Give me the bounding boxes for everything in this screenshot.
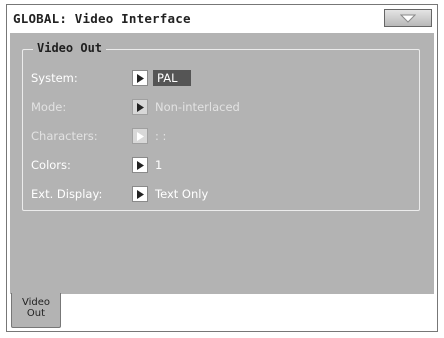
triangle-right-icon	[137, 74, 144, 83]
param-row-characters: Characters: : :	[23, 126, 419, 146]
mode-value: Non-interlaced	[155, 100, 240, 114]
ext-display-popup-arrow[interactable]	[132, 186, 148, 202]
characters-popup-arrow	[132, 128, 148, 144]
global-video-interface-window: GLOBAL: Video Interface Video Out System…	[6, 4, 438, 332]
tab-video-out-label: Video Out	[21, 297, 51, 319]
colors-popup-arrow[interactable]	[132, 157, 148, 173]
mode-label: Mode:	[31, 100, 67, 114]
characters-label: Characters:	[31, 129, 98, 143]
param-row-colors[interactable]: Colors: 1	[23, 155, 419, 175]
page-menu-button[interactable]	[384, 9, 432, 27]
triangle-right-icon	[137, 132, 144, 141]
system-popup-arrow[interactable]	[132, 70, 148, 86]
system-value[interactable]: PAL	[153, 70, 192, 86]
param-row-mode: Mode: Non-interlaced	[23, 97, 419, 117]
page-title: GLOBAL: Video Interface	[13, 11, 191, 26]
triangle-right-icon	[137, 161, 144, 170]
param-row-ext-display[interactable]: Ext. Display: Text Only	[23, 184, 419, 204]
page-content: Video Out System: PAL Mode: Non-interlac…	[10, 33, 434, 294]
param-row-system[interactable]: System: PAL	[23, 68, 419, 88]
group-title: Video Out	[33, 41, 107, 55]
tab-strip: Video Out	[7, 293, 437, 331]
tab-video-out[interactable]: Video Out	[11, 293, 61, 328]
triangle-right-icon	[137, 103, 144, 112]
mode-popup-arrow	[132, 99, 148, 115]
video-out-group: Video Out System: PAL Mode: Non-interlac…	[22, 41, 420, 211]
system-label: System:	[31, 71, 78, 85]
title-bar: GLOBAL: Video Interface	[7, 5, 437, 32]
ext-display-value[interactable]: Text Only	[153, 186, 211, 202]
triangle-right-icon	[137, 190, 144, 199]
colors-value[interactable]: 1	[153, 157, 165, 173]
triangle-down-icon	[400, 14, 416, 23]
colors-label: Colors:	[31, 158, 71, 172]
ext-display-label: Ext. Display:	[31, 187, 103, 201]
characters-value: : :	[155, 129, 167, 143]
